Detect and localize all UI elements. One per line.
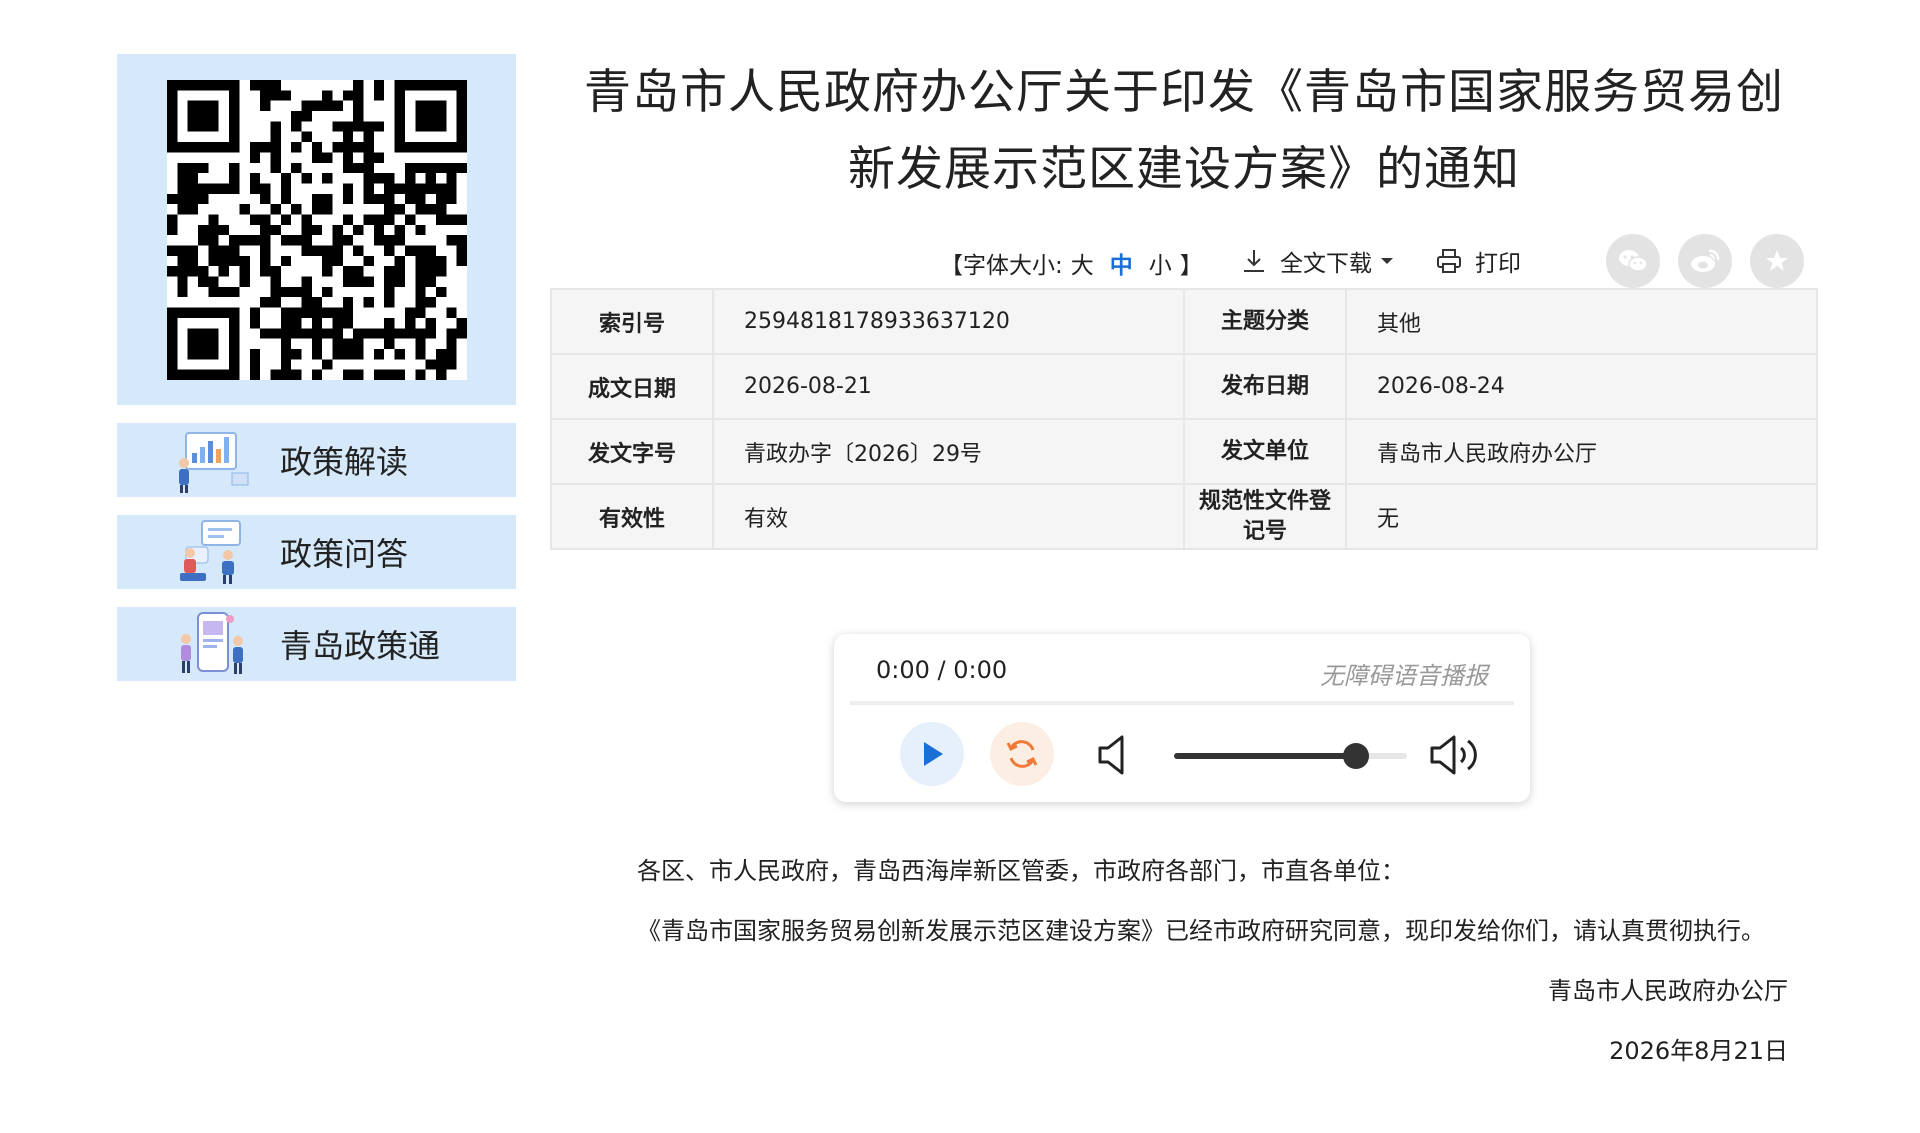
qr-code [166, 79, 467, 380]
volume-up-icon[interactable] [1428, 732, 1484, 778]
accessible-audio-player: 0:00 / 0:00 无障碍语音播报 [834, 634, 1530, 802]
font-size-small-button[interactable]: 小 [1141, 253, 1180, 279]
document-metadata-table: 索引号 2594818178933637120 主题分类 其他 成文日期 2026-08-… [550, 288, 1819, 550]
metadata-key: 发文字号 [550, 418, 714, 485]
sidebar-link-policy-qa[interactable]: 政策问答 [117, 515, 516, 589]
qingdao-policy-app-illustration-icon [181, 612, 243, 674]
print-label: 打印 [1475, 251, 1521, 277]
sidebar-link-label: 政策问答 [280, 535, 409, 573]
policy-qa-illustration-icon [180, 520, 241, 584]
star-icon [1766, 250, 1788, 271]
metadata-value: 2026-08-24 [1344, 353, 1819, 420]
volume-slider[interactable] [1174, 743, 1407, 769]
sidebar: 政策解读 政策问答 青岛政策通 [117, 54, 516, 681]
body-date: 2026年8月21日 [1609, 1037, 1788, 1065]
wechat-icon [1619, 250, 1648, 272]
mute-icon[interactable] [1096, 732, 1132, 778]
volume-slider-fill [1174, 753, 1356, 759]
font-size-suffix: 】 [1179, 253, 1203, 279]
title-line-2: 新发展示范区建设方案》的通知 [848, 142, 1520, 197]
metadata-key: 索引号 [550, 288, 714, 355]
sidebar-link-qingdao-policy-app[interactable]: 青岛政策通 [117, 607, 516, 681]
playback-time: 0:00 / 0:00 [876, 656, 1008, 684]
replay-button[interactable] [990, 722, 1054, 786]
metadata-value: 青岛市人民政府办公厅 [1344, 418, 1819, 485]
metadata-value: 2026-08-21 [711, 353, 1185, 420]
font-size-control: 【字体大小: 大中小】 [940, 246, 1203, 280]
document-title: 青岛市人民政府办公厅关于印发《青岛市国家服务贸易创 新发展示范区建设方案》的通知 [550, 54, 1818, 208]
share-wechat-button[interactable] [1606, 234, 1660, 288]
metadata-row: 发文字号 青政办字〔2026〕29号 发文单位 青岛市人民政府办公厅 [550, 418, 1819, 485]
sidebar-link-label: 政策解读 [280, 443, 409, 481]
metadata-key: 发文单位 [1182, 418, 1347, 485]
font-size-medium-button[interactable]: 中 [1102, 253, 1141, 279]
font-size-large-button[interactable]: 大 [1063, 253, 1102, 279]
weibo-icon [1691, 249, 1720, 272]
metadata-row: 有效性 有效 规范性文件登记号无 [550, 483, 1819, 550]
metadata-key: 发布日期 [1182, 353, 1347, 420]
metadata-value: 青政办字〔2026〕29号 [711, 418, 1185, 485]
metadata-row: 成文日期 2026-08-21 发布日期 2026-08-24 [550, 353, 1819, 420]
replay-icon [1006, 740, 1038, 768]
document-toolbar: 【字体大小: 大中小】 全文下载 打印 [550, 226, 1818, 296]
favorite-button[interactable] [1750, 234, 1804, 288]
metadata-key: 规范性文件登记号 [1182, 483, 1347, 550]
qr-code-panel [117, 54, 516, 405]
metadata-key: 有效性 [550, 483, 714, 550]
metadata-key: 主题分类 [1182, 288, 1347, 355]
metadata-value: 有效 [711, 483, 1185, 550]
accessibility-voice-label: 无障碍语音播报 [1320, 662, 1488, 690]
metadata-key: 成文日期 [550, 353, 714, 420]
share-weibo-button[interactable] [1678, 234, 1732, 288]
volume-slider-knob[interactable] [1342, 743, 1369, 769]
font-size-prefix: 【字体大小: [940, 253, 1063, 279]
metadata-value: 2594818178933637120 [711, 288, 1185, 355]
download-label: 全文下载 [1280, 251, 1372, 277]
document-body: 各区、市人民政府，青岛西海岸新区管委，市政府各部门，市直各单位： 《青岛市国家服… [585, 841, 1788, 1081]
sidebar-link-policy-interpretation[interactable]: 政策解读 [117, 423, 516, 497]
policy-interpretation-illustration-icon [179, 432, 249, 493]
play-button[interactable] [900, 722, 964, 786]
metadata-value: 其他 [1344, 288, 1819, 355]
player-divider [850, 701, 1514, 705]
download-full-text-button[interactable]: 全文下载 [1240, 244, 1406, 278]
metadata-value: 无 [1344, 483, 1819, 550]
sidebar-link-label: 青岛政策通 [280, 627, 441, 665]
main-content: 青岛市人民政府办公厅关于印发《青岛市国家服务贸易创 新发展示范区建设方案》的通知… [550, 54, 1819, 1065]
title-line-1: 青岛市人民政府办公厅关于印发《青岛市国家服务贸易创 [584, 65, 1784, 120]
download-icon [1244, 250, 1264, 272]
caret-down-icon [1381, 258, 1393, 264]
printer-icon [1437, 249, 1461, 273]
metadata-row: 索引号 2594818178933637120 主题分类 其他 [550, 288, 1819, 355]
body-signature: 青岛市人民政府办公厅 [1548, 977, 1788, 1005]
body-paragraph: 《青岛市国家服务贸易创新发展示范区建设方案》已经市政府研究同意，现印发给你们，请… [637, 917, 1765, 945]
body-salutation: 各区、市人民政府，青岛西海岸新区管委，市政府各部门，市直各单位： [637, 857, 1405, 885]
play-icon [924, 742, 943, 766]
print-button[interactable]: 打印 [1435, 244, 1521, 278]
